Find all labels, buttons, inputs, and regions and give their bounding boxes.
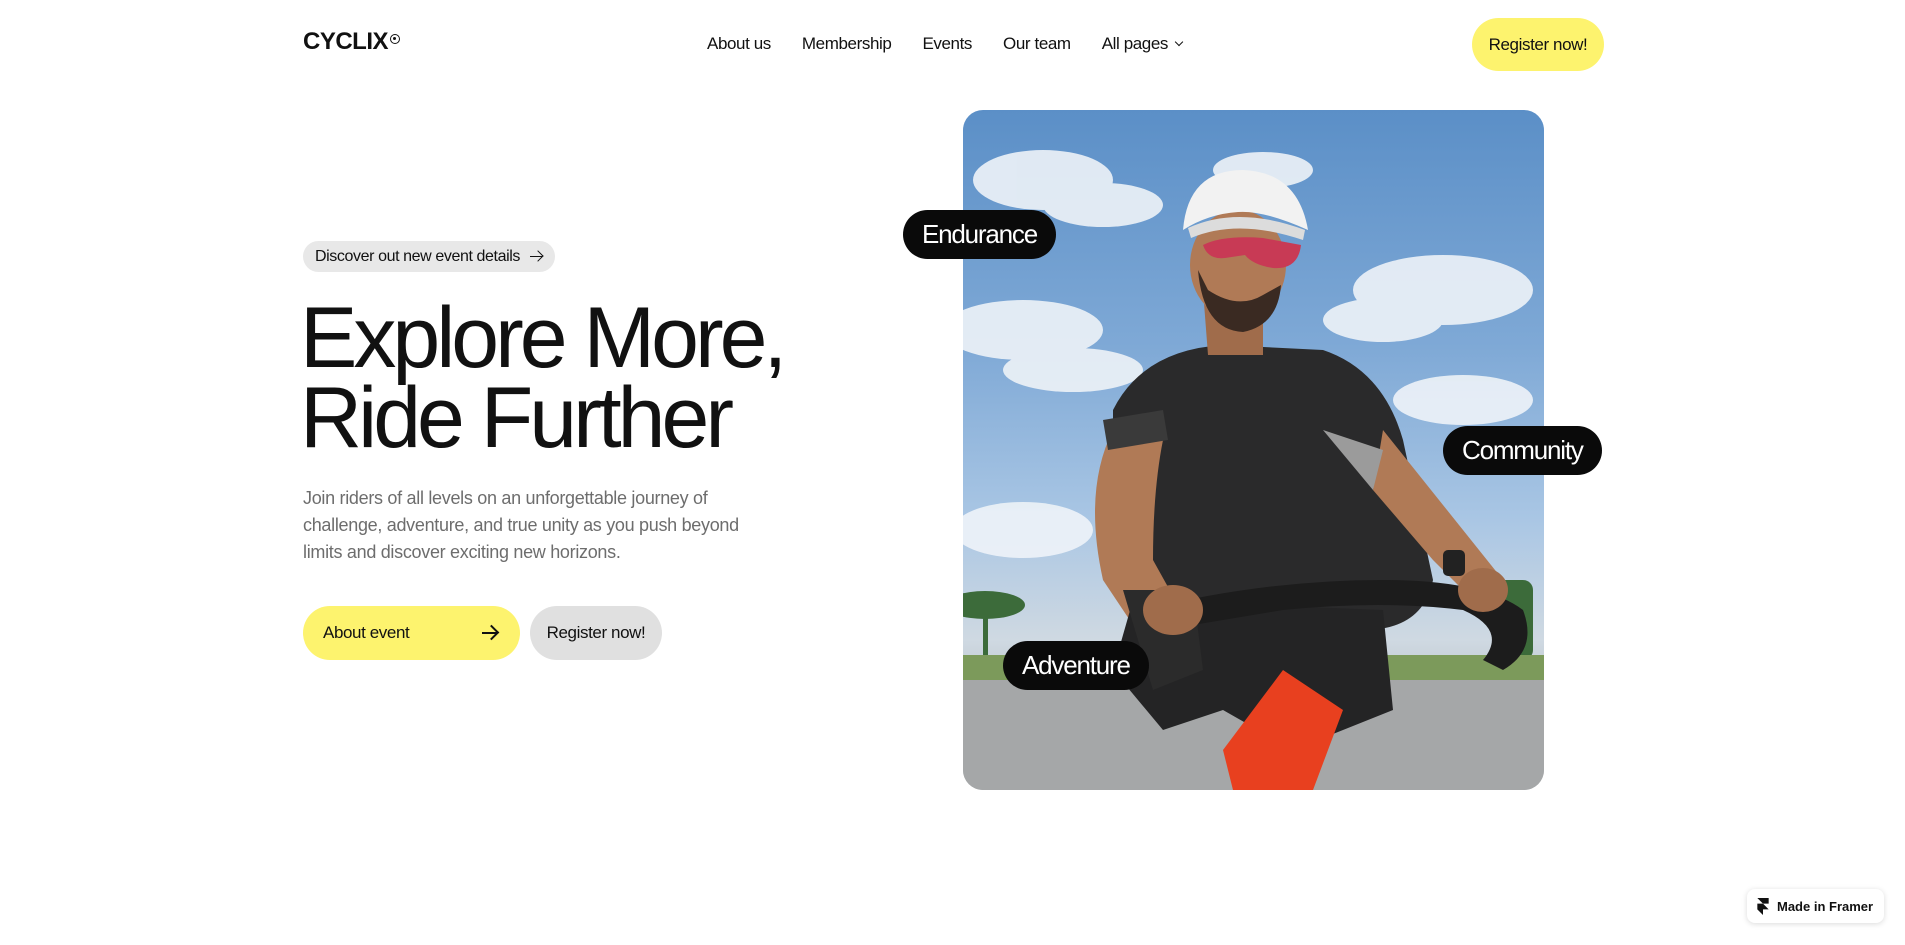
nav-item-label: Membership (801, 34, 892, 53)
hero-register-button[interactable]: Register now! (530, 606, 662, 660)
about-event-button[interactable]: About event (303, 606, 520, 660)
tag-endurance: Endurance (903, 210, 1056, 259)
nav-item-about-us[interactable]: About us (707, 34, 771, 54)
nav-item-events[interactable]: Events (922, 34, 972, 54)
registered-mark-icon (390, 34, 401, 44)
tag-community: Community (1443, 426, 1602, 475)
logo-text: CYCLIX (303, 28, 389, 55)
hero-title-line-1: Explore More, (300, 290, 787, 386)
nav-item-label: About us (707, 34, 771, 53)
event-details-link[interactable]: Discover out new event details (303, 241, 556, 272)
logo[interactable]: CYCLIX (303, 28, 401, 56)
nav-item-all-pages[interactable]: All pages (1101, 34, 1184, 54)
framer-logo-icon (1757, 897, 1769, 915)
arrow-right-icon (530, 251, 543, 263)
tag-community-label: Community (1462, 435, 1584, 465)
hero-title-line-2: Ride Further (300, 370, 734, 466)
tag-adventure-label: Adventure (1022, 650, 1131, 680)
header-register-label: Register now! (1488, 34, 1588, 54)
tag-adventure: Adventure (1003, 641, 1149, 690)
made-in-framer-badge[interactable]: Made in Framer (1747, 889, 1884, 923)
nav-item-our-team[interactable]: Our team (1003, 34, 1071, 54)
nav-item-label: Our team (1003, 34, 1071, 53)
hero-description: Join riders of all levels on an unforget… (303, 488, 739, 562)
nav-item-label: All pages (1101, 34, 1169, 53)
hero-register-label: Register now! (546, 623, 646, 642)
chevron-down-icon (1174, 37, 1184, 47)
nav-item-membership[interactable]: Membership (802, 34, 892, 54)
tag-endurance-label: Endurance (922, 219, 1038, 249)
page: CYCLIX About us Membership Events Our te… (0, 0, 1905, 945)
about-event-label: About event (323, 623, 410, 642)
made-in-framer-label: Made in Framer (1777, 898, 1874, 914)
arrow-right-icon (482, 626, 498, 640)
nav-item-label: Events (922, 34, 973, 53)
event-details-label: Discover out new event details (315, 247, 521, 265)
main-nav: About us Membership Events Our team All … (707, 34, 1184, 54)
hero-title: Explore More, Ride Further (300, 290, 787, 466)
header-register-button[interactable]: Register now! (1472, 18, 1604, 71)
